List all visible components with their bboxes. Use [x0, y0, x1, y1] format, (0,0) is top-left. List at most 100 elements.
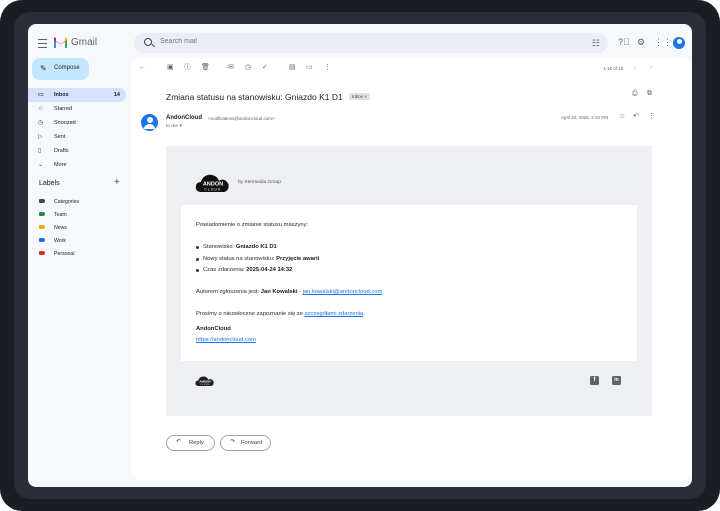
- settings-gear-icon[interactable]: ⚙: [637, 37, 645, 47]
- clock-icon: ◷: [38, 120, 44, 126]
- request-line: Prosimy o niezwłoczne zapoznanie się ze …: [196, 311, 365, 317]
- reply-button[interactable]: ↶ Reply: [166, 435, 215, 451]
- compose-button[interactable]: ✎ Compose: [32, 58, 89, 80]
- sidebar-item-label: Starred: [54, 106, 73, 112]
- mark-unread-icon[interactable]: ✉: [228, 64, 234, 72]
- detail-station: Stanowisko: Gniazdo K1 D1: [203, 244, 277, 250]
- bullet-dot: [196, 246, 199, 249]
- compose-label: Compose: [54, 65, 80, 71]
- star-icon: ☆: [38, 106, 44, 112]
- search-input[interactable]: [160, 38, 540, 45]
- reply-icon[interactable]: ↶: [633, 113, 639, 121]
- more-options-icon[interactable]: ⋮: [324, 64, 331, 72]
- inbox-label-chip[interactable]: Inbox ×: [349, 93, 370, 100]
- signature-site: https://andoncloud.com: [196, 337, 256, 343]
- app-name: Gmail: [71, 37, 98, 48]
- sidebar-item-drafts[interactable]: ▯ Drafts: [28, 144, 128, 158]
- request-prefix: Prosimy o niezwłoczne zapoznanie się ze: [196, 311, 305, 317]
- account-avatar[interactable]: [673, 37, 685, 49]
- sidebar-item-sent[interactable]: ▷ Sent: [28, 130, 128, 144]
- gmail-screen: Gmail ☷ ?⃝ ⚙ ⋮⋮⋮ ✎ Compose ▭ Inbox 14 ☆ …: [28, 24, 692, 487]
- label-tag-icon: [39, 238, 45, 242]
- author-name: Jan Kowalski: [260, 289, 298, 295]
- draft-icon: ▯: [38, 148, 42, 154]
- search-icon[interactable]: [144, 38, 152, 46]
- unread-count: 14: [113, 92, 120, 98]
- reply-icon: ↶: [176, 439, 182, 445]
- search-bar[interactable]: ☷: [134, 33, 608, 53]
- sidebar-item-label: Drafts: [54, 148, 69, 154]
- older-chevron-icon[interactable]: ›: [650, 64, 652, 71]
- forward-label: Forward: [241, 439, 263, 446]
- send-icon: ▷: [38, 134, 43, 140]
- forward-icon: ↷: [230, 439, 236, 445]
- add-task-icon[interactable]: ✓: [262, 64, 268, 72]
- snooze-icon[interactable]: ◷: [245, 64, 251, 72]
- sidebar-item-label: Inbox: [54, 92, 69, 98]
- detail-label: Stanowisko:: [203, 244, 236, 250]
- report-spam-icon[interactable]: ⓘ: [184, 64, 191, 72]
- recipient-details[interactable]: to me ▾: [166, 124, 182, 129]
- newer-chevron-icon[interactable]: ‹: [634, 64, 636, 71]
- label-news[interactable]: News: [28, 222, 128, 235]
- detail-label: Czas zdarzenia:: [203, 267, 247, 273]
- email-subject: Zmiana statusu na stanowisku: Gniazdo K1…: [166, 92, 343, 102]
- intro-text: Powiadomienie o zmianie statusu maszyny:: [196, 222, 309, 228]
- label-name: News: [54, 225, 67, 231]
- sidebar-item-more[interactable]: ⌄ More: [28, 158, 128, 172]
- linkedin-icon[interactable]: in: [612, 376, 621, 385]
- gmail-logo-icon[interactable]: [53, 37, 68, 48]
- sidebar-item-label: Sent: [54, 134, 66, 140]
- label-list: Categories Team News Work Personal: [28, 196, 128, 261]
- pencil-icon: ✎: [40, 64, 47, 73]
- author-email-link[interactable]: jan.kowalski@andoncloud.com: [303, 289, 383, 295]
- search-options-icon[interactable]: ☷: [592, 39, 600, 48]
- page-count: 1-16 of 16: [603, 66, 624, 71]
- help-icon[interactable]: ?⃝: [618, 37, 630, 47]
- labels-heading: Labels: [39, 180, 60, 187]
- sidebar-item-label: Snoozed: [54, 120, 76, 126]
- footer-logo-icon: ANDON CLOUD: [195, 376, 214, 386]
- label-icon[interactable]: ▭: [306, 64, 313, 72]
- footer-logo-bottom-text: CLOUD: [200, 384, 210, 386]
- star-icon[interactable]: ☆: [619, 113, 625, 121]
- footer-logo-top-text: ANDON: [199, 379, 210, 383]
- archive-icon[interactable]: ▣: [167, 64, 174, 72]
- print-icon[interactable]: ⎙: [632, 90, 638, 98]
- label-tag-icon: [39, 225, 45, 229]
- label-personal[interactable]: Personal: [28, 248, 128, 261]
- menu-icon[interactable]: [38, 39, 47, 48]
- label-team[interactable]: Team: [28, 209, 128, 222]
- author-prefix: Autorem zgłoszenia jest:: [196, 289, 261, 295]
- more-options-icon[interactable]: ⋮: [648, 113, 655, 121]
- email-body: ANDON CLOUD by Stermedia Group Powiadomi…: [166, 146, 652, 416]
- sidebar-item-inbox[interactable]: ▭ Inbox 14: [28, 88, 126, 102]
- bullet-dot: [196, 258, 199, 261]
- move-to-icon[interactable]: ▤: [289, 64, 296, 72]
- forward-button[interactable]: ↷ Forward: [220, 435, 271, 451]
- open-new-window-icon[interactable]: ⧉: [647, 90, 652, 98]
- sidebar-item-starred[interactable]: ☆ Starred: [28, 102, 128, 116]
- event-details-link[interactable]: szczegółami zdarzenia: [305, 311, 364, 317]
- bullet-dot: [196, 269, 199, 272]
- back-arrow-icon[interactable]: ←: [139, 64, 146, 72]
- facebook-icon[interactable]: f: [590, 376, 599, 385]
- detail-value: 2025-04-24 14:32: [246, 267, 293, 273]
- label-name: Team: [54, 212, 67, 218]
- delete-icon[interactable]: 🗑: [201, 64, 210, 72]
- website-link[interactable]: https://andoncloud.com: [196, 337, 256, 343]
- sidebar-nav: ▭ Inbox 14 ☆ Starred ◷ Snoozed ▷ Sent ▯ …: [28, 88, 128, 172]
- label-tag-icon: [39, 199, 45, 203]
- label-categories[interactable]: Categories: [28, 196, 128, 209]
- label-tag-icon: [39, 212, 45, 216]
- chevron-down-icon: ⌄: [38, 162, 44, 168]
- add-label-icon[interactable]: +: [114, 178, 120, 188]
- detail-time: Czas zdarzenia: 2025-04-24 14:32: [203, 267, 292, 273]
- sender-name: AndonCloud: [166, 115, 202, 121]
- label-work[interactable]: Work: [28, 235, 128, 248]
- logo-bottom-text: CLOUD: [204, 188, 221, 192]
- sidebar-item-snoozed[interactable]: ◷ Snoozed: [28, 116, 128, 130]
- signature: AndonCloud: [196, 326, 231, 332]
- detail-value: Gniazdo K1 D1: [235, 244, 277, 250]
- top-bar: Gmail ☷ ?⃝ ⚙ ⋮⋮⋮: [28, 24, 692, 62]
